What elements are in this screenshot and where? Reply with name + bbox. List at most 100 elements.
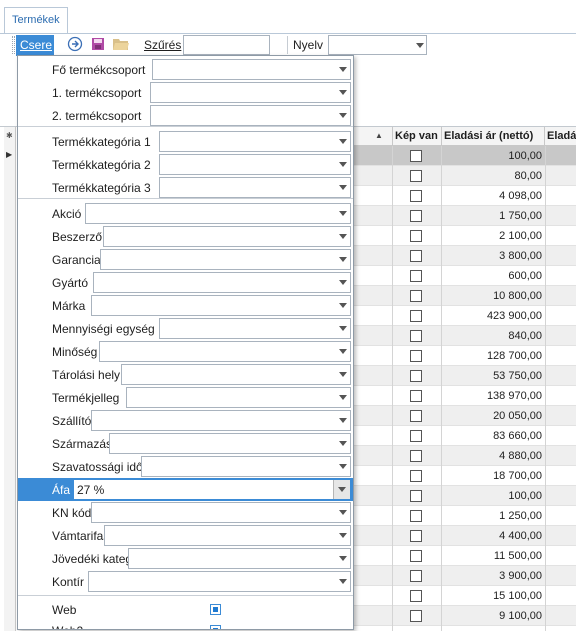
field-row[interactable]: Márka xyxy=(18,294,353,317)
kep-van-checkbox[interactable] xyxy=(410,550,422,562)
field-row[interactable]: Jövedéki kategória xyxy=(18,547,353,570)
kep-van-checkbox[interactable] xyxy=(410,510,422,522)
kep-van-checkbox[interactable] xyxy=(410,350,422,362)
field-select[interactable] xyxy=(88,571,351,592)
table-row[interactable]: 100,00 xyxy=(353,146,576,166)
chevron-down-icon[interactable] xyxy=(416,43,424,48)
field-select[interactable] xyxy=(103,226,351,247)
field-row[interactable]: Termékkategória 2 xyxy=(18,153,353,176)
kep-van-checkbox[interactable] xyxy=(410,210,422,222)
tab-termekek[interactable]: Termékek xyxy=(4,7,68,34)
chevron-down-icon[interactable] xyxy=(339,303,347,308)
field-row[interactable]: Tárolási hely xyxy=(18,363,353,386)
kep-van-checkbox[interactable] xyxy=(410,410,422,422)
kep-van-checkbox[interactable] xyxy=(410,170,422,182)
szures-input[interactable] xyxy=(183,35,270,55)
chevron-down-icon[interactable] xyxy=(339,395,347,400)
field-select[interactable] xyxy=(150,82,351,103)
chevron-down-icon[interactable] xyxy=(339,349,347,354)
field-row[interactable]: Vámtarifaszám xyxy=(18,524,353,547)
field-select[interactable] xyxy=(91,410,351,431)
kep-van-checkbox[interactable] xyxy=(410,590,422,602)
field-row[interactable]: KN kód xyxy=(18,501,353,524)
kep-van-checkbox[interactable] xyxy=(410,190,422,202)
table-row[interactable]: 4 880,00 xyxy=(353,446,576,466)
field-row[interactable]: Fő termékcsoport xyxy=(18,58,353,81)
table-row[interactable]: 15 100,00 xyxy=(353,586,576,606)
field-row[interactable]: Akció xyxy=(18,202,353,225)
kep-van-checkbox[interactable] xyxy=(410,230,422,242)
chevron-down-icon[interactable] xyxy=(339,234,347,239)
kep-van-checkbox[interactable] xyxy=(410,270,422,282)
table-row[interactable]: 3 900,00 xyxy=(353,566,576,586)
chevron-down-icon[interactable] xyxy=(339,139,347,144)
field-select[interactable] xyxy=(99,341,351,362)
chevron-down-icon[interactable] xyxy=(339,280,347,285)
table-row[interactable]: 18 700,00 xyxy=(353,466,576,486)
header-elada[interactable]: Eladá xyxy=(545,127,576,146)
table-row[interactable]: 11 500,00 xyxy=(353,546,576,566)
field-select[interactable] xyxy=(104,525,351,546)
field-select[interactable] xyxy=(91,502,351,523)
kep-van-checkbox[interactable] xyxy=(410,250,422,262)
field-select[interactable] xyxy=(126,387,351,408)
field-row[interactable]: Szavatossági idő xyxy=(18,455,353,478)
table-row[interactable]: 20 050,00 xyxy=(353,406,576,426)
checkbox-row[interactable]: Web xyxy=(18,598,353,621)
table-row[interactable]: 3 800,00 xyxy=(353,246,576,266)
table-row[interactable]: 80,00 xyxy=(353,166,576,186)
field-row[interactable]: Kontír xyxy=(18,570,353,593)
chevron-down-icon[interactable] xyxy=(339,162,347,167)
dropdown-button[interactable] xyxy=(333,480,350,499)
chevron-down-icon[interactable] xyxy=(339,510,347,515)
table-row[interactable]: 1 750,00 xyxy=(353,206,576,226)
kep-van-checkbox[interactable] xyxy=(410,450,422,462)
field-select[interactable] xyxy=(121,364,351,385)
field-row[interactable]: Minőség xyxy=(18,340,353,363)
toolbar-grip[interactable] xyxy=(12,36,15,54)
header-eladasi-ar[interactable]: Eladási ár (nettó) xyxy=(442,127,545,146)
kep-van-checkbox[interactable] xyxy=(410,470,422,482)
nyelv-select[interactable] xyxy=(328,35,427,55)
folder-open-icon[interactable] xyxy=(112,36,130,54)
field-select[interactable] xyxy=(100,249,351,270)
table-row[interactable]: 600,00 xyxy=(353,266,576,286)
table-row[interactable]: 423 900,00 xyxy=(353,306,576,326)
field-select[interactable] xyxy=(152,59,351,80)
table-row[interactable]: 4 098,00 xyxy=(353,186,576,206)
kep-van-checkbox[interactable] xyxy=(410,290,422,302)
field-row[interactable]: Szállító xyxy=(18,409,353,432)
kep-van-checkbox[interactable] xyxy=(410,390,422,402)
table-row[interactable]: 2 100,00 xyxy=(353,226,576,246)
field-select[interactable] xyxy=(109,433,351,454)
field-row[interactable]: Termékkategória 3 xyxy=(18,176,353,199)
table-row[interactable]: 128 700,00 xyxy=(353,346,576,366)
field-row[interactable]: Garancia xyxy=(18,248,353,271)
chevron-down-icon[interactable] xyxy=(339,90,347,95)
chevron-down-icon[interactable] xyxy=(339,185,347,190)
field-row[interactable]: Termékkategória 1 xyxy=(18,130,353,153)
field-select[interactable] xyxy=(150,105,351,126)
field-select[interactable] xyxy=(159,318,351,339)
kep-van-checkbox[interactable] xyxy=(410,330,422,342)
table-row[interactable]: 138 970,00 xyxy=(353,386,576,406)
chevron-down-icon[interactable] xyxy=(339,211,347,216)
header-kep-van[interactable]: Kép van xyxy=(393,127,442,146)
field-select[interactable] xyxy=(93,272,351,293)
field-row[interactable]: 2. termékcsoport xyxy=(18,104,353,127)
field-select[interactable]: 27 % xyxy=(73,479,351,500)
chevron-down-icon[interactable] xyxy=(339,418,347,423)
kep-van-checkbox[interactable] xyxy=(410,150,422,162)
chevron-down-icon[interactable] xyxy=(339,257,347,262)
forward-icon[interactable] xyxy=(66,36,84,54)
field-select[interactable] xyxy=(159,154,351,175)
kep-van-checkbox[interactable] xyxy=(410,430,422,442)
chevron-down-icon[interactable] xyxy=(339,579,347,584)
szures-label[interactable]: Szűrés xyxy=(144,38,181,52)
field-select[interactable] xyxy=(128,548,351,569)
table-row[interactable]: 1 250,00 xyxy=(353,506,576,526)
field-select[interactable] xyxy=(141,456,351,477)
table-row[interactable]: 9 100,00 xyxy=(353,606,576,626)
csere-button[interactable]: Csere xyxy=(16,35,54,56)
chevron-down-icon[interactable] xyxy=(339,556,347,561)
